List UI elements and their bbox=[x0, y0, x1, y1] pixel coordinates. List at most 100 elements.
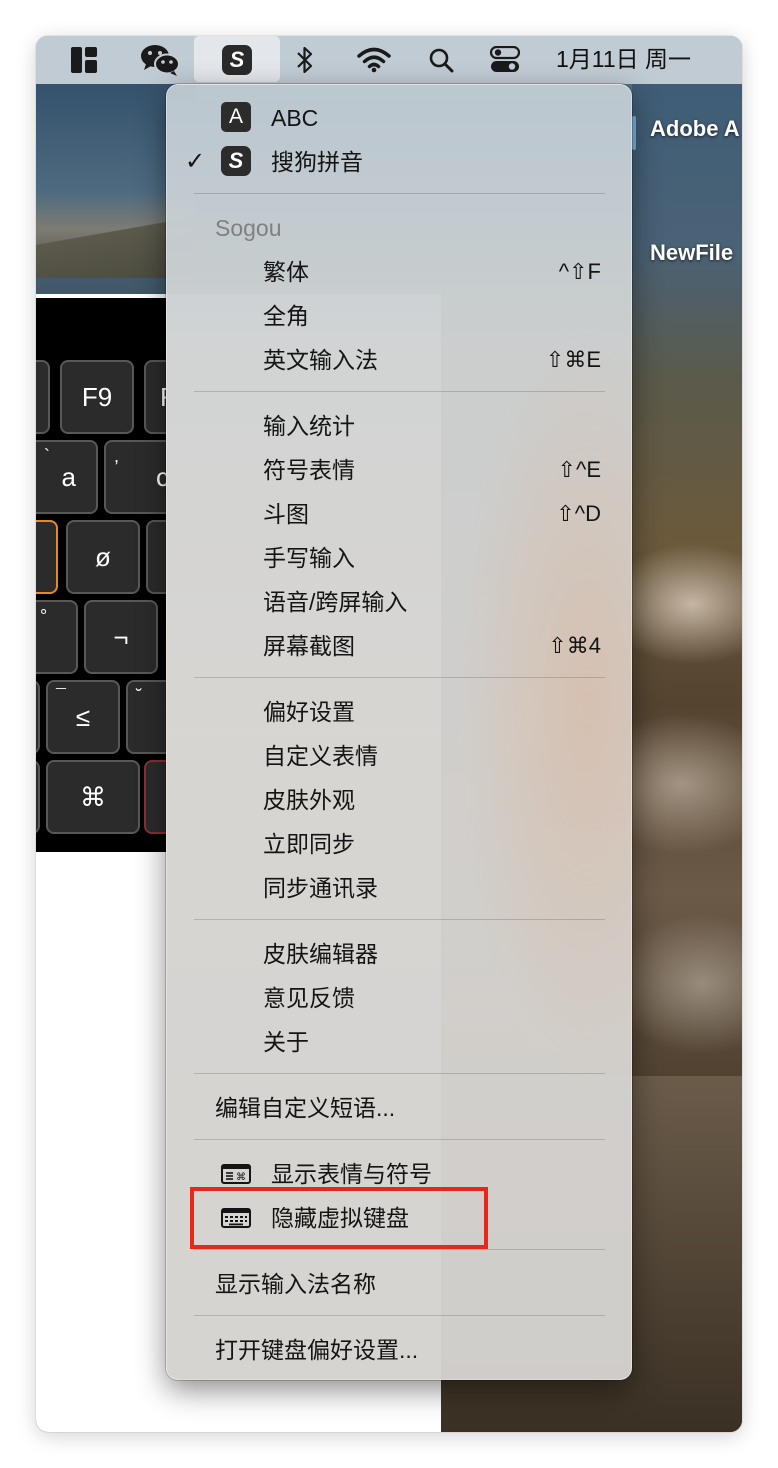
key-sublabel: ° bbox=[40, 606, 48, 626]
menu-item-open-keyboard-prefs[interactable]: 打开键盘偏好设置... bbox=[167, 1330, 633, 1370]
menu-item-edit-custom-phrases[interactable]: 编辑自定义短语... bbox=[167, 1088, 633, 1128]
menu-item-input-stats[interactable]: 输入统计 bbox=[167, 406, 633, 446]
keyboard-key[interactable] bbox=[36, 680, 40, 754]
keyboard-key[interactable] bbox=[36, 760, 40, 834]
checkmark-icon: ✓ bbox=[185, 148, 206, 175]
key-label: a bbox=[61, 461, 76, 492]
menu-item-skin-editor[interactable]: 皮肤编辑器 bbox=[167, 934, 633, 974]
keyboard-key-breve[interactable]: ˘ bbox=[126, 680, 166, 754]
key-label: c bbox=[156, 461, 166, 492]
menu-item-show-ime-name[interactable]: 显示输入法名称 bbox=[167, 1264, 633, 1304]
menu-item-meme[interactable]: 斗图 ⇧^D bbox=[167, 494, 633, 534]
menu-item-label: 关于 bbox=[263, 1029, 309, 1055]
keyboard-key[interactable] bbox=[36, 360, 50, 434]
menu-item-label: 屏幕截图 bbox=[263, 633, 355, 659]
menu-separator bbox=[194, 919, 605, 920]
keyboard-key-f9[interactable]: F9 bbox=[60, 360, 134, 434]
bluetooth-icon[interactable] bbox=[292, 36, 318, 84]
keyboard-key[interactable] bbox=[146, 520, 166, 594]
menu-item-preferences[interactable]: 偏好设置 bbox=[167, 692, 633, 732]
menu-item-feedback[interactable]: 意见反馈 bbox=[167, 978, 633, 1018]
key-label: ≤ bbox=[75, 701, 91, 732]
menu-item-label: 同步通讯录 bbox=[263, 875, 378, 901]
menu-item-label: 符号表情 bbox=[263, 457, 355, 483]
keyboard-key-degree[interactable]: ° bbox=[36, 600, 78, 674]
menu-item-sogou-pinyin[interactable]: ✓ S 搜狗拼音 bbox=[167, 142, 633, 182]
emoji-symbols-icon: ⌘ bbox=[221, 1164, 251, 1184]
key-sublabel: ¯ bbox=[56, 686, 66, 706]
menu-item-shortcut: ^⇧F bbox=[558, 259, 601, 284]
keyboard-viewer[interactable]: F9 F `a ,c ø ° ¬ ¯≤ ˘ ⌘ bbox=[36, 298, 166, 852]
abc-input-icon: A bbox=[221, 102, 251, 132]
keyboard-key-not[interactable]: ¬ bbox=[84, 600, 158, 674]
menu-item-english-mode[interactable]: 英文输入法 ⇧⌘E bbox=[167, 340, 633, 380]
keyboard-key-command[interactable]: ⌘ bbox=[46, 760, 140, 834]
menu-separator bbox=[194, 1249, 605, 1250]
menu-section-header: Sogou bbox=[167, 208, 633, 248]
menu-item-sync-contacts[interactable]: 同步通讯录 bbox=[167, 868, 633, 908]
menu-separator bbox=[194, 391, 605, 392]
key-label: ⌘ bbox=[80, 781, 106, 812]
menu-item-shortcut: ⇧^D bbox=[556, 501, 601, 526]
sogou-input-icon[interactable]: S bbox=[220, 36, 254, 84]
section-header-label: Sogou bbox=[215, 215, 282, 241]
menu-item-full-width[interactable]: 全角 bbox=[167, 296, 633, 336]
keyboard-key[interactable] bbox=[144, 760, 166, 834]
menu-bar: S 1月11日 周一 bbox=[36, 36, 742, 84]
menu-item-label: 英文输入法 bbox=[263, 347, 378, 373]
menu-separator bbox=[194, 1139, 605, 1140]
keyboard-key-f10[interactable]: F bbox=[144, 360, 166, 434]
control-center-icon[interactable] bbox=[488, 36, 522, 84]
menu-item-shortcut: ⇧⌘E bbox=[545, 347, 601, 372]
keyboard-key-o-slash[interactable]: ø bbox=[66, 520, 140, 594]
spotlight-search-icon[interactable] bbox=[426, 36, 456, 84]
desktop-item-adobe[interactable]: Adobe A bbox=[650, 116, 740, 142]
sogou-input-menu: A ABC ✓ S 搜狗拼音 Sogou 繁体 ^⇧F 全角 英文输入法 ⇧⌘E… bbox=[166, 84, 632, 1380]
keyboard-key-less-equal[interactable]: ¯ ≤ bbox=[46, 680, 120, 754]
menu-item-about[interactable]: 关于 bbox=[167, 1022, 633, 1062]
keyboard-key-c[interactable]: ,c bbox=[104, 440, 166, 514]
menu-item-label: 立即同步 bbox=[263, 831, 355, 857]
menu-item-abc[interactable]: A ABC bbox=[167, 98, 633, 138]
menu-item-label: 偏好设置 bbox=[263, 699, 355, 725]
wechat-icon[interactable] bbox=[138, 36, 182, 84]
wifi-icon[interactable] bbox=[354, 36, 394, 84]
key-sublabel: ˘ bbox=[136, 686, 142, 706]
menu-item-label: 皮肤编辑器 bbox=[263, 941, 378, 967]
menu-item-skin-appearance[interactable]: 皮肤外观 bbox=[167, 780, 633, 820]
key-sublabel: ` bbox=[44, 446, 50, 466]
desktop-item-newfile[interactable]: NewFile bbox=[650, 240, 733, 266]
menu-item-traditional[interactable]: 繁体 ^⇧F bbox=[167, 252, 633, 292]
menu-item-label: 意见反馈 bbox=[263, 985, 355, 1011]
key-label: ¬ bbox=[113, 621, 129, 652]
keyboard-key-modifier[interactable] bbox=[36, 520, 58, 594]
svg-text:⌘: ⌘ bbox=[236, 1172, 246, 1183]
menu-item-handwriting[interactable]: 手写输入 bbox=[167, 538, 633, 578]
menu-bar-date[interactable]: 1月11日 周一 bbox=[556, 36, 691, 84]
menu-item-custom-emoji[interactable]: 自定义表情 bbox=[167, 736, 633, 776]
menu-item-label: 皮肤外观 bbox=[263, 787, 355, 813]
red-highlight-box bbox=[190, 1187, 488, 1249]
menu-item-sync-now[interactable]: 立即同步 bbox=[167, 824, 633, 864]
dashboard-icon[interactable] bbox=[66, 36, 102, 84]
sogou-input-icon: S bbox=[221, 146, 251, 176]
key-label: F9 bbox=[81, 381, 113, 412]
sogou-logo: S bbox=[222, 45, 252, 75]
menu-separator bbox=[194, 1315, 605, 1316]
menu-separator bbox=[194, 193, 605, 194]
menu-item-label: 输入统计 bbox=[263, 413, 355, 439]
menu-item-label: 繁体 bbox=[263, 259, 309, 285]
menu-item-shortcut: ⇧⌘4 bbox=[548, 633, 601, 658]
menu-item-shortcut: ⇧^E bbox=[557, 457, 601, 482]
menu-item-voice-input[interactable]: 语音/跨屏输入 bbox=[167, 582, 633, 622]
menu-item-label: 自定义表情 bbox=[263, 743, 378, 769]
menu-item-symbols-emoji[interactable]: 符号表情 ⇧^E bbox=[167, 450, 633, 490]
menu-item-label: 搜狗拼音 bbox=[271, 149, 363, 175]
menu-item-label: 打开键盘偏好设置... bbox=[215, 1337, 419, 1363]
menu-item-label: 编辑自定义短语... bbox=[215, 1095, 396, 1121]
keyboard-key-a[interactable]: ` a bbox=[36, 440, 98, 514]
menu-item-label: ABC bbox=[271, 105, 319, 131]
menu-item-screenshot[interactable]: 屏幕截图 ⇧⌘4 bbox=[167, 626, 633, 666]
menu-item-label: 斗图 bbox=[263, 501, 309, 527]
menu-item-label: 语音/跨屏输入 bbox=[263, 589, 408, 615]
